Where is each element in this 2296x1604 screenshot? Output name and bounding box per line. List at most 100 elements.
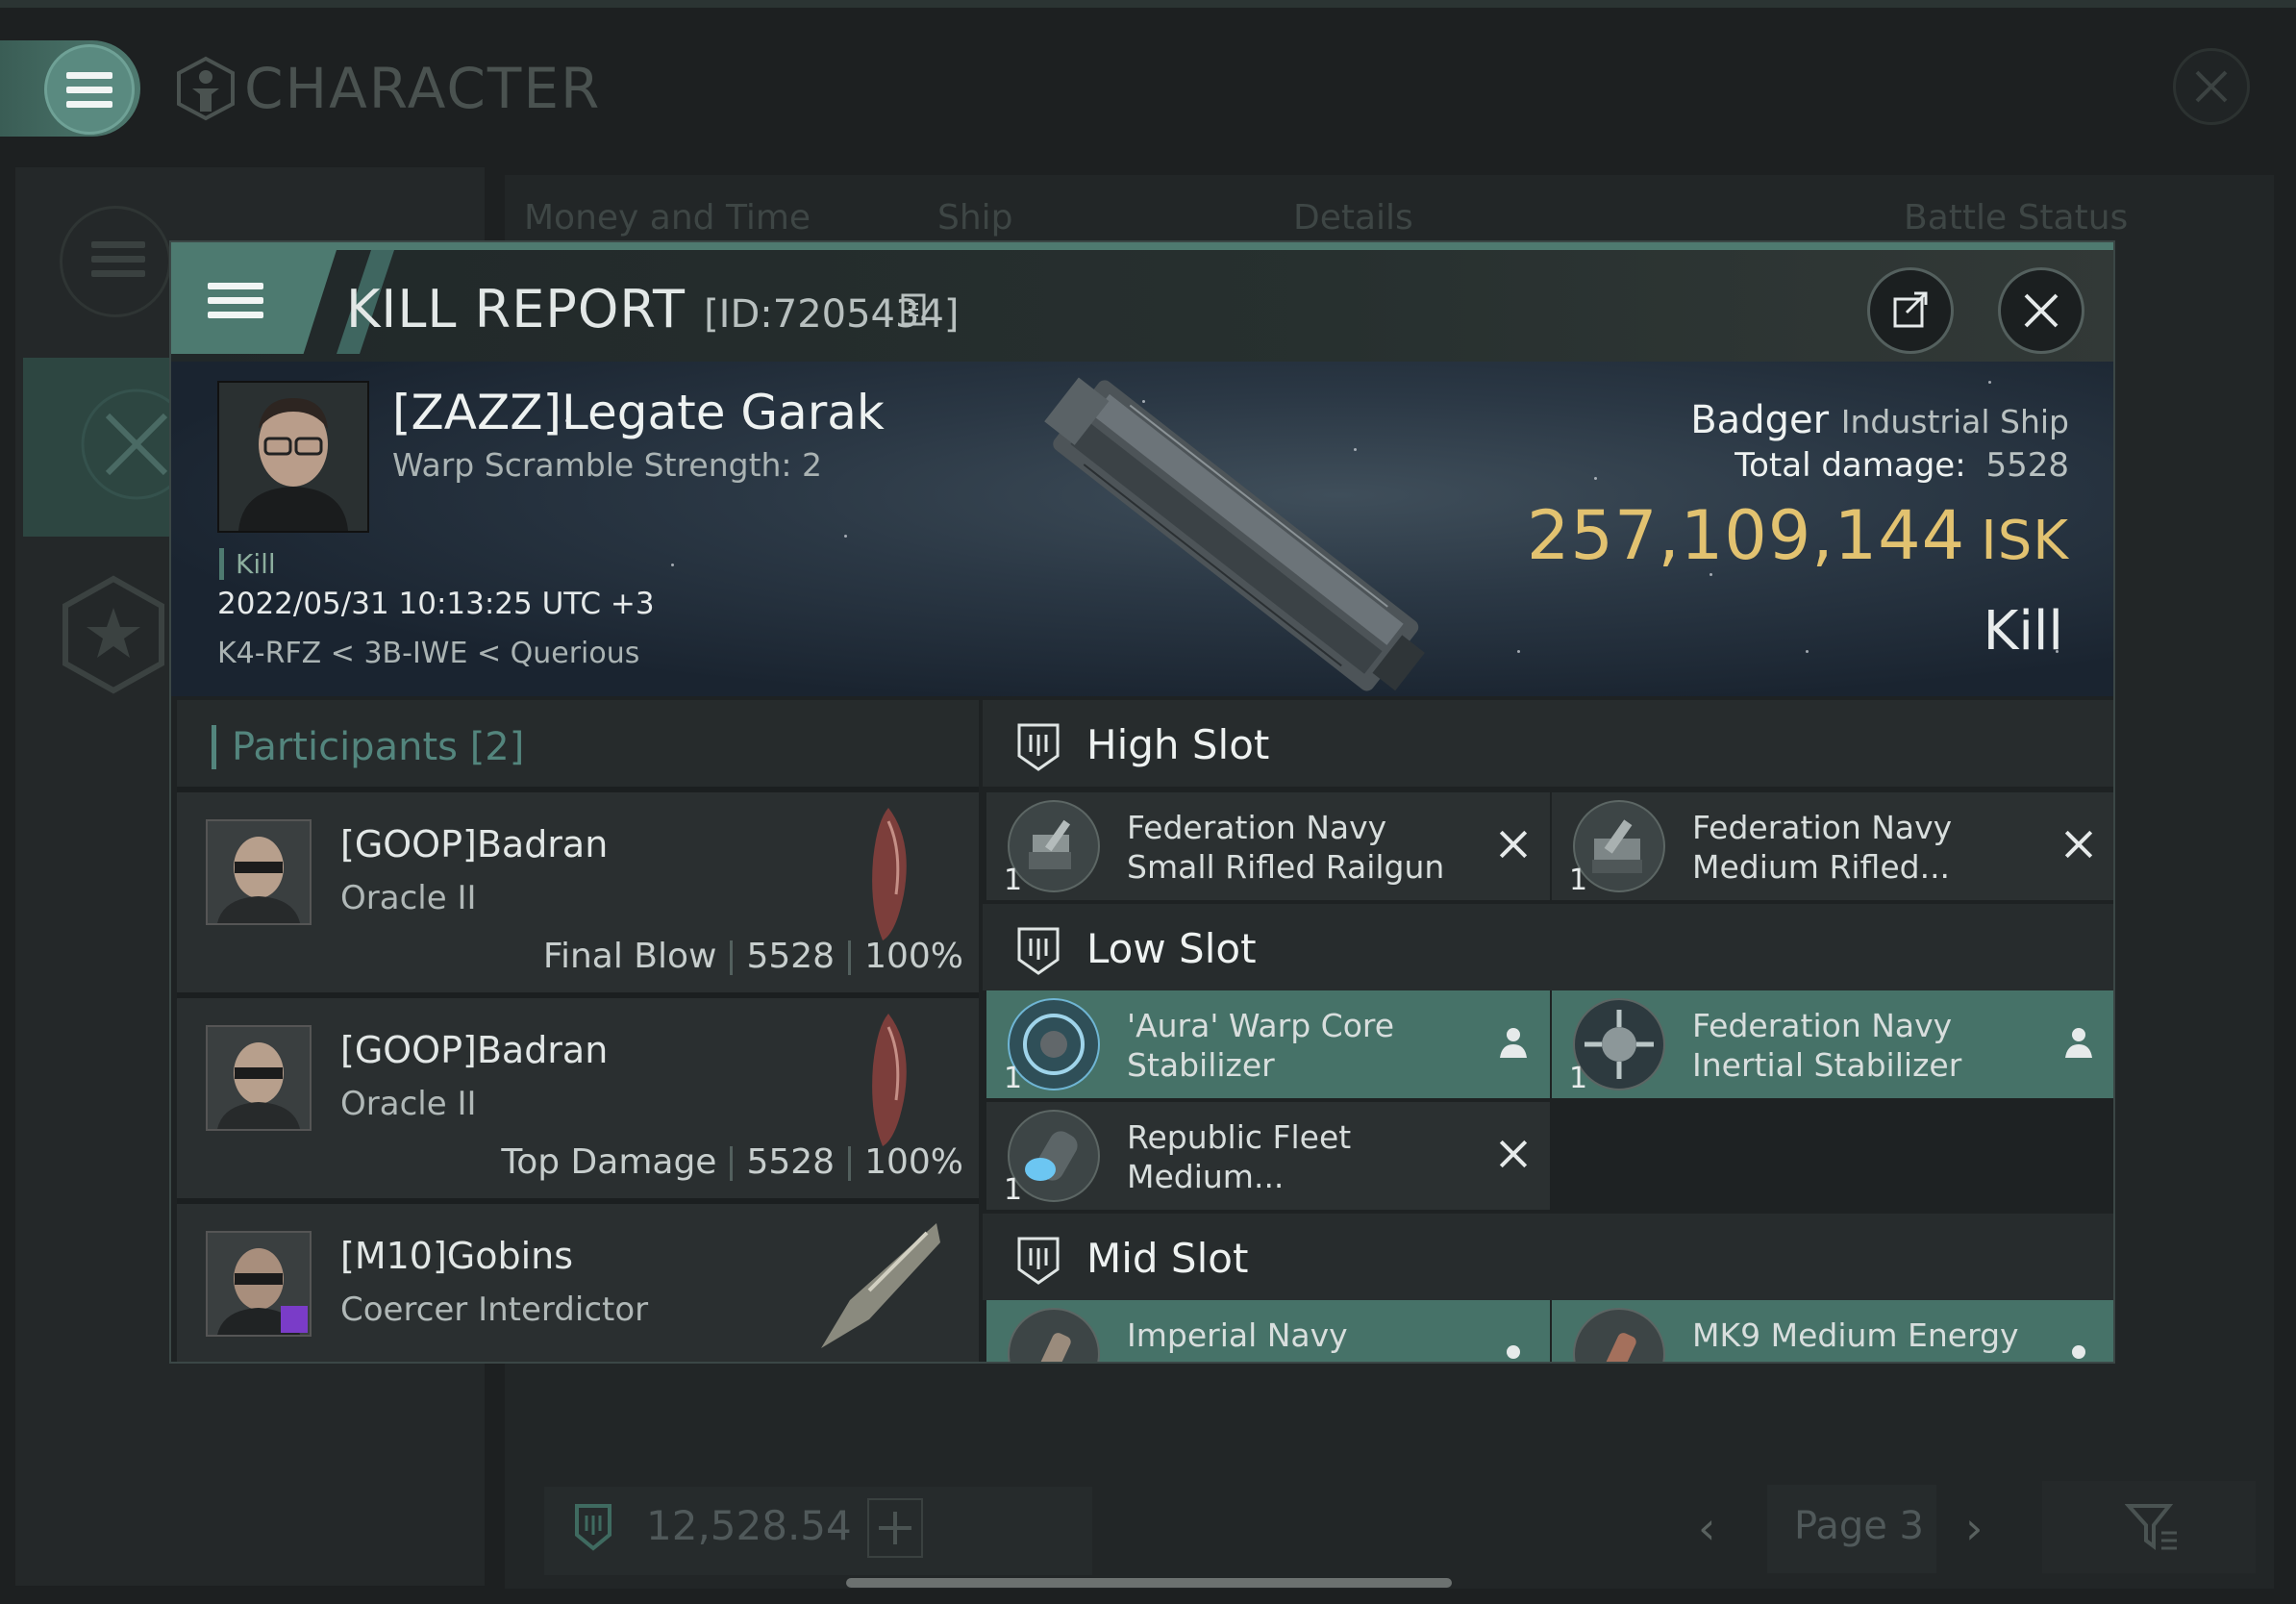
bg-menu-button[interactable] <box>0 40 140 137</box>
avatar <box>206 819 312 925</box>
isk-unit: ISK <box>1981 510 2069 572</box>
stat-separator <box>848 1146 852 1181</box>
bg-close-button[interactable] <box>2173 48 2250 125</box>
module-name: Federation Navy Medium Rifled... <box>1692 809 1953 886</box>
filter-button[interactable] <box>2042 1481 2256 1573</box>
bg-wallet-value: 12,528.54 <box>646 1502 852 1549</box>
participant-ship[interactable]: Oracle II <box>340 879 477 917</box>
tab-details[interactable]: Details <box>1293 198 1413 238</box>
module-name: 'Aura' Warp Core Stabilizer <box>1127 1007 1395 1084</box>
participant-stats: Final Blow 5528 100% <box>543 937 963 976</box>
module-quantity: 1 <box>1004 1173 1023 1207</box>
victim-name[interactable]: [ZAZZ]Legate Garak <box>392 385 885 440</box>
x-icon <box>1496 827 1531 862</box>
character-icon <box>177 56 235 121</box>
victim-banner: [ZAZZ]Legate Garak Warp Scramble Strengt… <box>171 362 2113 696</box>
module-quantity: 1 <box>1569 1062 1588 1095</box>
module-icon <box>1008 1308 1100 1362</box>
slot-icon <box>1017 723 1060 771</box>
tab-ship[interactable]: Ship <box>937 198 1013 238</box>
total-damage-label: Total damage: <box>1734 446 1966 485</box>
victim-warp-scramble: Warp Scramble Strength: 2 <box>392 446 823 484</box>
participant-name[interactable]: [M10]Gobins <box>340 1235 573 1277</box>
slot-icon <box>1017 927 1060 975</box>
person-icon <box>1507 1345 1520 1359</box>
module-quantity: 1 <box>1004 1062 1023 1095</box>
slot-icon <box>575 1504 611 1551</box>
kill-result: Kill <box>1983 600 2063 663</box>
next-page-button[interactable]: › <box>1965 1502 1983 1554</box>
module-name: MK9 Medium Energy <box>1692 1316 2019 1354</box>
victim-ship-image <box>1044 377 1425 691</box>
module-name: Imperial Navy <box>1127 1316 1348 1354</box>
participants-title: Participants <box>232 725 458 769</box>
star-icon[interactable] <box>60 575 167 694</box>
kill-report-modal: KILL REPORT [ID:7205434] [ZAZZ]Legate Ga… <box>169 240 2115 1364</box>
total-damage-value: 5528 <box>1985 446 2069 485</box>
participant-name[interactable]: [GOOP]Badran <box>340 1029 608 1071</box>
share-icon <box>1893 291 1928 328</box>
high-slot-header: High Slot <box>983 700 2113 787</box>
module-name: Federation Navy Small Rifled Railgun <box>1127 809 1445 886</box>
slot-item[interactable]: MK9 Medium Energy <box>1552 1300 2113 1362</box>
bg-side-menu-button[interactable] <box>60 206 171 317</box>
kill-location[interactable]: K4-RFZ < 3B-IWE < Querious <box>217 637 639 670</box>
top-strip <box>0 0 2296 8</box>
participant-card[interactable]: [GOOP]Badran Oracle II Top Damage 5528 100… <box>177 998 979 1198</box>
slot-item[interactable]: 1 'Aura' Warp Core Stabilizer <box>986 990 1550 1098</box>
slot-item[interactable]: 1 Federation Navy Medium Rifled... <box>1552 792 2113 900</box>
ship-class: Industrial Ship <box>1840 403 2069 440</box>
module-name: Republic Fleet Medium... <box>1127 1118 1352 1195</box>
victim-portrait[interactable] <box>217 381 369 533</box>
bg-tabs: Money and Time Ship Details Battle Statu… <box>524 198 2216 246</box>
tab-battle-status[interactable]: Battle Status <box>1904 198 2128 238</box>
low-slot-header: Low Slot <box>983 904 2113 990</box>
participants-count: [2] <box>469 725 525 769</box>
avatar <box>219 383 367 531</box>
bg-side-tab-combat[interactable] <box>23 358 192 537</box>
tab-money-and-time[interactable]: Money and Time <box>524 198 811 238</box>
person-icon <box>2072 1345 2085 1359</box>
kill-tag: Kill <box>219 548 276 580</box>
participant-ship-image <box>872 808 907 940</box>
ship-name[interactable]: Badger <box>1690 398 1829 442</box>
share-button[interactable] <box>1867 267 1954 354</box>
participant-name[interactable]: [GOOP]Badran <box>340 823 608 865</box>
slot-item[interactable]: Imperial Navy <box>986 1300 1550 1362</box>
participant-ship-image <box>821 1223 940 1348</box>
avatar <box>206 1025 312 1131</box>
slot-item[interactable]: 1 Federation Navy Inertial Stabilizer <box>1552 990 2113 1098</box>
module-name: Federation Navy Inertial Stabilizer <box>1692 1007 1962 1084</box>
x-icon <box>2061 827 2096 862</box>
kill-report-title: KILL REPORT <box>346 279 686 339</box>
participant-damage: 5528 <box>746 937 836 976</box>
bg-add-button[interactable] <box>867 1498 923 1558</box>
copy-icon[interactable] <box>900 292 931 329</box>
slot-icon <box>1017 1237 1060 1285</box>
stat-separator <box>730 940 734 975</box>
modal-accent-line <box>171 242 2113 250</box>
low-slot-title: Low Slot <box>1086 925 1257 972</box>
module-icon <box>1573 1308 1665 1362</box>
participant-ship[interactable]: Oracle II <box>340 1085 477 1123</box>
participant-card[interactable]: [M10]Gobins Coercer Interdictor <box>177 1204 979 1362</box>
slot-item[interactable]: 1 Federation Navy Small Rifled Railgun <box>986 792 1550 900</box>
participant-ship[interactable]: Coercer Interdictor <box>340 1291 648 1329</box>
participants-title-wrap: Participants [2] <box>212 725 524 769</box>
menu-icon <box>66 72 112 115</box>
ship-name-line: Badger Industrial Ship <box>1690 398 2069 442</box>
close-button[interactable] <box>1998 267 2084 354</box>
page-indicator: Page 3 <box>1794 1504 1924 1548</box>
participant-card[interactable]: [GOOP]Badran Oracle II Final Blow 5528 100… <box>177 792 979 992</box>
slot-item[interactable]: 1 Republic Fleet Medium... <box>986 1102 1550 1210</box>
horizontal-scrollbar[interactable] <box>846 1578 1452 1588</box>
close-icon <box>2195 70 2228 103</box>
isk-line: 257,109,144 ISK <box>1527 496 2069 575</box>
menu-icon <box>91 241 145 285</box>
total-damage-line: Total damage: 5528 <box>1734 446 2069 485</box>
prev-page-button[interactable]: ‹ <box>1698 1502 1715 1554</box>
participant-damage: 5528 <box>746 1142 836 1182</box>
close-icon <box>2024 293 2059 328</box>
participant-percent: 100% <box>864 937 963 976</box>
mid-slot-header: Mid Slot <box>983 1214 2113 1300</box>
